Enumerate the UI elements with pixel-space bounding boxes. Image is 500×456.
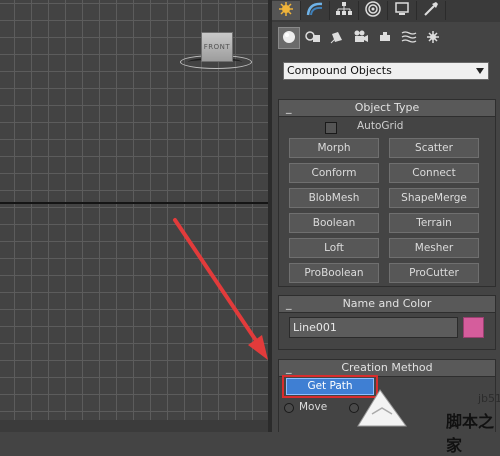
systems-icon xyxy=(426,29,440,48)
lights-subtab[interactable] xyxy=(326,27,348,49)
object-type-rollout: _ Object Type AutoGrid Morph Scatter Con… xyxy=(278,99,496,287)
shapes-subtab[interactable] xyxy=(302,27,324,49)
geometry-icon xyxy=(282,29,296,48)
scatter-button[interactable]: Scatter xyxy=(389,138,479,158)
shapes-icon xyxy=(305,29,321,48)
watermark-site: jb51.net xyxy=(478,392,500,405)
object-color-swatch[interactable] xyxy=(463,317,484,338)
autogrid-checkbox[interactable] xyxy=(325,122,337,134)
move-radio[interactable] xyxy=(284,403,294,413)
conform-button[interactable]: Conform xyxy=(289,163,379,183)
hierarchy-icon xyxy=(335,1,353,21)
creation-method-title: Creation Method xyxy=(341,361,433,374)
modify-icon xyxy=(306,1,324,21)
object-type-title: Object Type xyxy=(354,101,420,114)
connect-button[interactable]: Connect xyxy=(389,163,479,183)
boolean-button[interactable]: Boolean xyxy=(289,213,379,233)
object-name-field[interactable]: Line001 xyxy=(289,317,458,338)
category-dropdown[interactable]: Compound Objects xyxy=(283,62,489,80)
mesher-button[interactable]: Mesher xyxy=(389,238,479,258)
procutter-button[interactable]: ProCutter xyxy=(389,263,479,283)
name-and-color-rollout: _ Name and Color Line001 xyxy=(278,295,496,350)
motion-icon xyxy=(365,0,381,21)
watermark-logo-icon xyxy=(357,389,407,427)
category-value: Compound Objects xyxy=(287,64,392,77)
viewport-axis-line xyxy=(0,202,268,204)
helpers-icon xyxy=(378,29,392,48)
viewcube[interactable]: FRONT xyxy=(201,32,233,62)
lights-icon xyxy=(330,29,344,48)
command-panel-tabs xyxy=(272,0,500,22)
object-type-header[interactable]: _ Object Type xyxy=(279,100,495,117)
systems-subtab[interactable] xyxy=(422,27,444,49)
create-icon xyxy=(278,1,294,21)
spacewarps-icon xyxy=(401,29,417,48)
blobmesh-button[interactable]: BlobMesh xyxy=(289,188,379,208)
display-icon xyxy=(394,1,410,21)
cameras-subtab[interactable] xyxy=(350,27,372,49)
utilities-tab[interactable] xyxy=(417,1,446,20)
name-and-color-header[interactable]: _ Name and Color xyxy=(279,296,495,313)
hierarchy-tab[interactable] xyxy=(330,1,359,20)
helpers-subtab[interactable] xyxy=(374,27,396,49)
watermark-name: 脚本之家 xyxy=(446,412,495,455)
create-tab[interactable] xyxy=(272,1,301,20)
loft-button[interactable]: Loft xyxy=(289,238,379,258)
move-label: Move xyxy=(299,401,328,413)
display-tab[interactable] xyxy=(388,1,417,20)
shapemerge-button[interactable]: ShapeMerge xyxy=(389,188,479,208)
watermark: jb51.net 脚本之家 xyxy=(352,386,500,455)
utilities-icon xyxy=(423,1,439,21)
collapse-icon: _ xyxy=(286,361,292,374)
collapse-icon: _ xyxy=(286,101,292,114)
front-viewport[interactable]: FRONT xyxy=(0,0,268,432)
collapse-icon: _ xyxy=(286,297,292,310)
modify-tab[interactable] xyxy=(301,1,330,20)
spacewarps-subtab[interactable] xyxy=(398,27,420,49)
chevron-down-icon xyxy=(476,68,484,74)
proboolean-button[interactable]: ProBoolean xyxy=(289,263,379,283)
geometry-subtab[interactable] xyxy=(278,27,300,49)
motion-tab[interactable] xyxy=(359,0,388,21)
morph-button[interactable]: Morph xyxy=(289,138,379,158)
terrain-button[interactable]: Terrain xyxy=(389,213,479,233)
viewport-bottom-strip xyxy=(0,420,268,432)
name-and-color-title: Name and Color xyxy=(342,297,432,310)
cameras-icon xyxy=(353,29,369,48)
command-panel: Compound Objects _ Object Type AutoGrid … xyxy=(272,0,500,432)
autogrid-label: AutoGrid xyxy=(357,120,404,132)
